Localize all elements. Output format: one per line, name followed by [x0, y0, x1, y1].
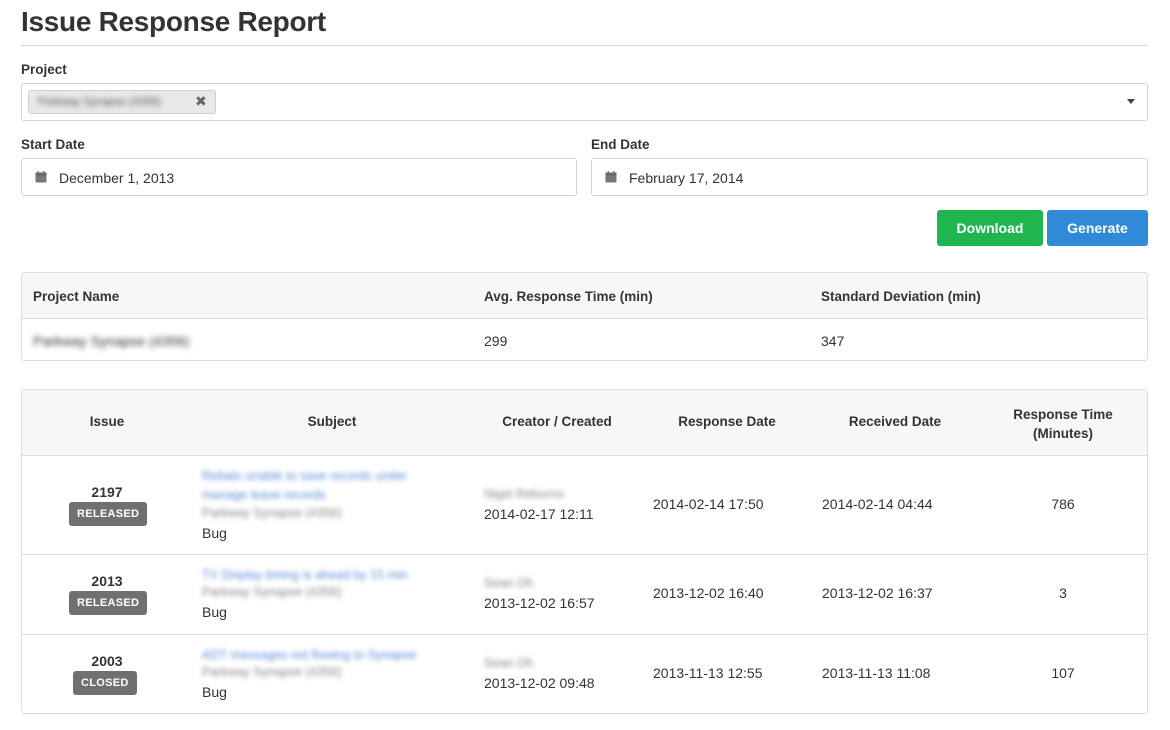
- summary-header-avg-response: Avg. Response Time (min): [484, 289, 653, 304]
- subject-link[interactable]: TV Display timing is ahead by 15 min: [202, 566, 462, 585]
- created-date: 2014-02-17 12:11: [484, 506, 594, 522]
- calendar-icon: [35, 171, 47, 183]
- issue-number[interactable]: 2013: [22, 573, 192, 589]
- subject-link[interactable]: Rebalo unable to save records under mana…: [202, 467, 442, 505]
- header-creator-created: Creator / Created: [502, 414, 612, 429]
- close-icon[interactable]: ✖: [195, 93, 207, 110]
- page-title: Issue Response Report: [21, 6, 326, 37]
- end-date-label: End Date: [591, 137, 650, 152]
- calendar-icon: [605, 171, 617, 183]
- header-response-date: Response Date: [678, 414, 776, 429]
- summary-avg-response: 299: [484, 333, 508, 349]
- received-date: 2014-02-14 04:44: [822, 496, 933, 512]
- start-date-input[interactable]: December 1, 2013: [21, 158, 577, 196]
- summary-header: Project Name Avg. Response Time (min) St…: [22, 273, 1147, 319]
- header-response-time: Response Time (Minutes): [1013, 407, 1113, 441]
- project-select[interactable]: Parkway Synapse (4356) ✖: [21, 83, 1148, 121]
- header-subject: Subject: [307, 414, 357, 429]
- project-tag: Parkway Synapse (4356) ✖: [28, 90, 216, 114]
- response-date: 2014-02-14 17:50: [653, 496, 764, 512]
- table-row: 2197 RELEASED Rebalo unable to save reco…: [22, 456, 1147, 555]
- chevron-down-icon[interactable]: [1127, 99, 1135, 104]
- creator-name: Nigel Reburno: [484, 487, 564, 501]
- status-badge: RELEASED: [69, 591, 148, 615]
- summary-header-std-dev: Standard Deviation (min): [821, 289, 981, 304]
- response-time: 786: [1051, 496, 1075, 512]
- status-badge: RELEASED: [69, 502, 148, 526]
- created-date: 2013-12-02 16:57: [484, 595, 595, 611]
- issue-type: Bug: [202, 525, 227, 541]
- start-date-label: Start Date: [21, 137, 85, 152]
- end-date-input[interactable]: February 17, 2014: [591, 158, 1148, 196]
- summary-std-dev: 347: [821, 333, 845, 349]
- creator-name: Sean Oh: [484, 576, 534, 590]
- generate-button[interactable]: Generate: [1047, 210, 1148, 246]
- created-date: 2013-12-02 09:48: [484, 675, 595, 691]
- table-row: 2013 RELEASED TV Display timing is ahead…: [22, 555, 1147, 635]
- response-time: 3: [1059, 585, 1067, 601]
- summary-header-project-name: Project Name: [33, 289, 120, 304]
- title-divider: [21, 45, 1148, 46]
- subject-project: Parkway Synapse (4356): [202, 585, 342, 599]
- header-issue: Issue: [89, 414, 125, 429]
- project-label: Project: [21, 62, 67, 77]
- summary-table: Project Name Avg. Response Time (min) St…: [21, 272, 1148, 361]
- subject-link[interactable]: ADT messages not flowing to Synapse: [202, 646, 462, 665]
- download-button[interactable]: Download: [937, 210, 1043, 246]
- end-date-value: February 17, 2014: [629, 170, 744, 186]
- creator-name: Sean Oh: [484, 656, 534, 670]
- received-date: 2013-11-13 11:08: [822, 665, 931, 681]
- summary-project-name: Parkway Synapse (4356): [33, 333, 190, 349]
- received-date: 2013-12-02 16:37: [822, 585, 933, 601]
- start-date-value: December 1, 2013: [59, 170, 175, 186]
- response-date: 2013-11-13 12:55: [653, 665, 763, 681]
- issue-number[interactable]: 2003: [22, 653, 192, 669]
- issue-type: Bug: [202, 604, 227, 620]
- issues-header: Issue Subject Creator / Created Response…: [22, 390, 1147, 456]
- header-received-date: Received Date: [848, 414, 942, 429]
- subject-project: Parkway Synapse (4356): [202, 665, 342, 679]
- issue-number[interactable]: 2197: [22, 484, 192, 500]
- table-row: 2003 CLOSED ADT messages not flowing to …: [22, 635, 1147, 713]
- issue-type: Bug: [202, 684, 227, 700]
- response-date: 2013-12-02 16:40: [653, 585, 764, 601]
- subject-project: Parkway Synapse (4356): [202, 506, 342, 520]
- project-tag-text: Parkway Synapse (4356): [38, 96, 161, 108]
- response-time: 107: [1051, 665, 1075, 681]
- status-badge: CLOSED: [73, 671, 137, 695]
- issues-table: Issue Subject Creator / Created Response…: [21, 389, 1148, 714]
